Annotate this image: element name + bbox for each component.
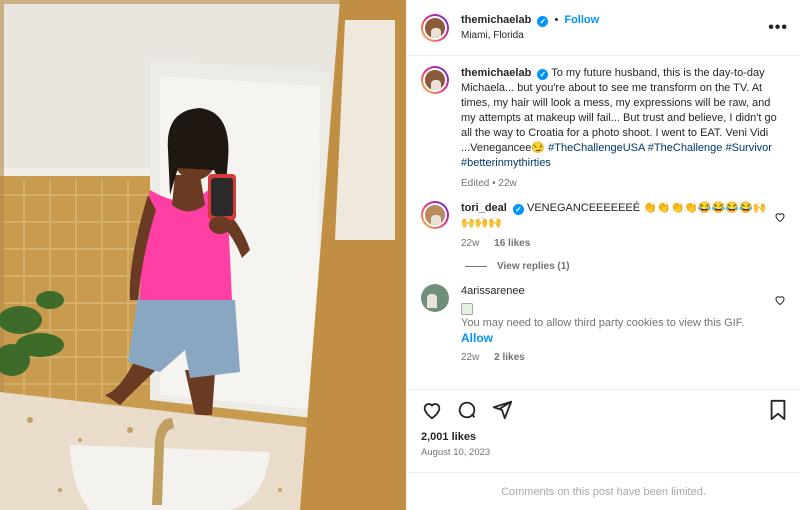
author-username[interactable]: themichaelab [461, 14, 531, 26]
commenter-avatar[interactable] [421, 284, 449, 312]
author-avatar[interactable] [421, 66, 449, 94]
view-replies-button[interactable]: View replies (1) [465, 261, 786, 272]
post-header: themichaelab ✓ • Follow Miami, Florida •… [407, 0, 800, 56]
gif-placeholder-icon [461, 303, 473, 315]
comment-username[interactable]: 4arissarenee [461, 285, 525, 297]
comment-likes[interactable]: 16 likes [494, 238, 530, 249]
follow-button[interactable]: Follow [564, 14, 599, 26]
comment-time: 22w [461, 238, 480, 249]
hashtag-link[interactable]: #Survivor [725, 142, 771, 154]
comment-likes[interactable]: 2 likes [494, 352, 525, 363]
allow-button[interactable]: Allow [461, 331, 768, 345]
view-replies-label: View replies (1) [497, 261, 570, 272]
heart-icon[interactable] [421, 399, 443, 421]
hashtag-link[interactable]: #TheChallenge [648, 142, 723, 154]
comment-item: 4arissarenee You may need to allow third… [421, 284, 786, 363]
comments-limited-notice: Comments on this post have been limited. [407, 472, 800, 510]
caption-text: To my future husband, this is the day-to… [461, 67, 777, 154]
comment-text: VENEGANCEEEEEEÉ 👏👏👏👏😂😂😂😂🙌🙌🙌🙌 [461, 202, 767, 229]
comment-icon[interactable] [456, 399, 478, 421]
post-side-panel: themichaelab ✓ • Follow Miami, Florida •… [406, 0, 800, 510]
more-icon[interactable]: ••• [768, 19, 788, 37]
likes-count[interactable]: 2,001 likes [407, 429, 800, 443]
verified-icon: ✓ [537, 16, 549, 27]
author-avatar[interactable] [421, 13, 449, 42]
share-icon[interactable] [491, 399, 513, 421]
hashtag-link[interactable]: #TheChallengeUSA [548, 142, 645, 154]
location-link[interactable]: Miami, Florida [461, 30, 768, 41]
mirror-selfie-image [0, 0, 406, 510]
heart-icon[interactable] [774, 211, 786, 223]
caption: themichaelab ✓ To my future husband, thi… [421, 66, 786, 189]
comment-time: 22w [461, 352, 480, 363]
caption-meta: Edited • 22w [461, 178, 517, 189]
comment-item: tori_deal ✓ VENEGANCEEEEEEÉ 👏👏👏👏😂😂😂😂🙌🙌🙌🙌… [421, 201, 786, 249]
verified-icon: ✓ [512, 204, 524, 215]
hashtag-link[interactable]: #betterinmythirties [461, 157, 551, 169]
post-photo [0, 0, 406, 510]
separator: • [554, 14, 559, 26]
post-date: August 10, 2023 [421, 447, 491, 458]
heart-icon[interactable] [774, 294, 786, 306]
verified-icon: ✓ [537, 69, 549, 80]
commenter-avatar[interactable] [421, 201, 449, 229]
caption-username[interactable]: themichaelab [461, 67, 531, 79]
comments-section: themichaelab ✓ To my future husband, thi… [407, 56, 800, 389]
action-bar [407, 389, 800, 429]
gif-message: You may need to allow third party cookie… [461, 317, 745, 329]
bookmark-icon[interactable] [768, 399, 788, 421]
comment-username[interactable]: tori_deal [461, 202, 507, 214]
